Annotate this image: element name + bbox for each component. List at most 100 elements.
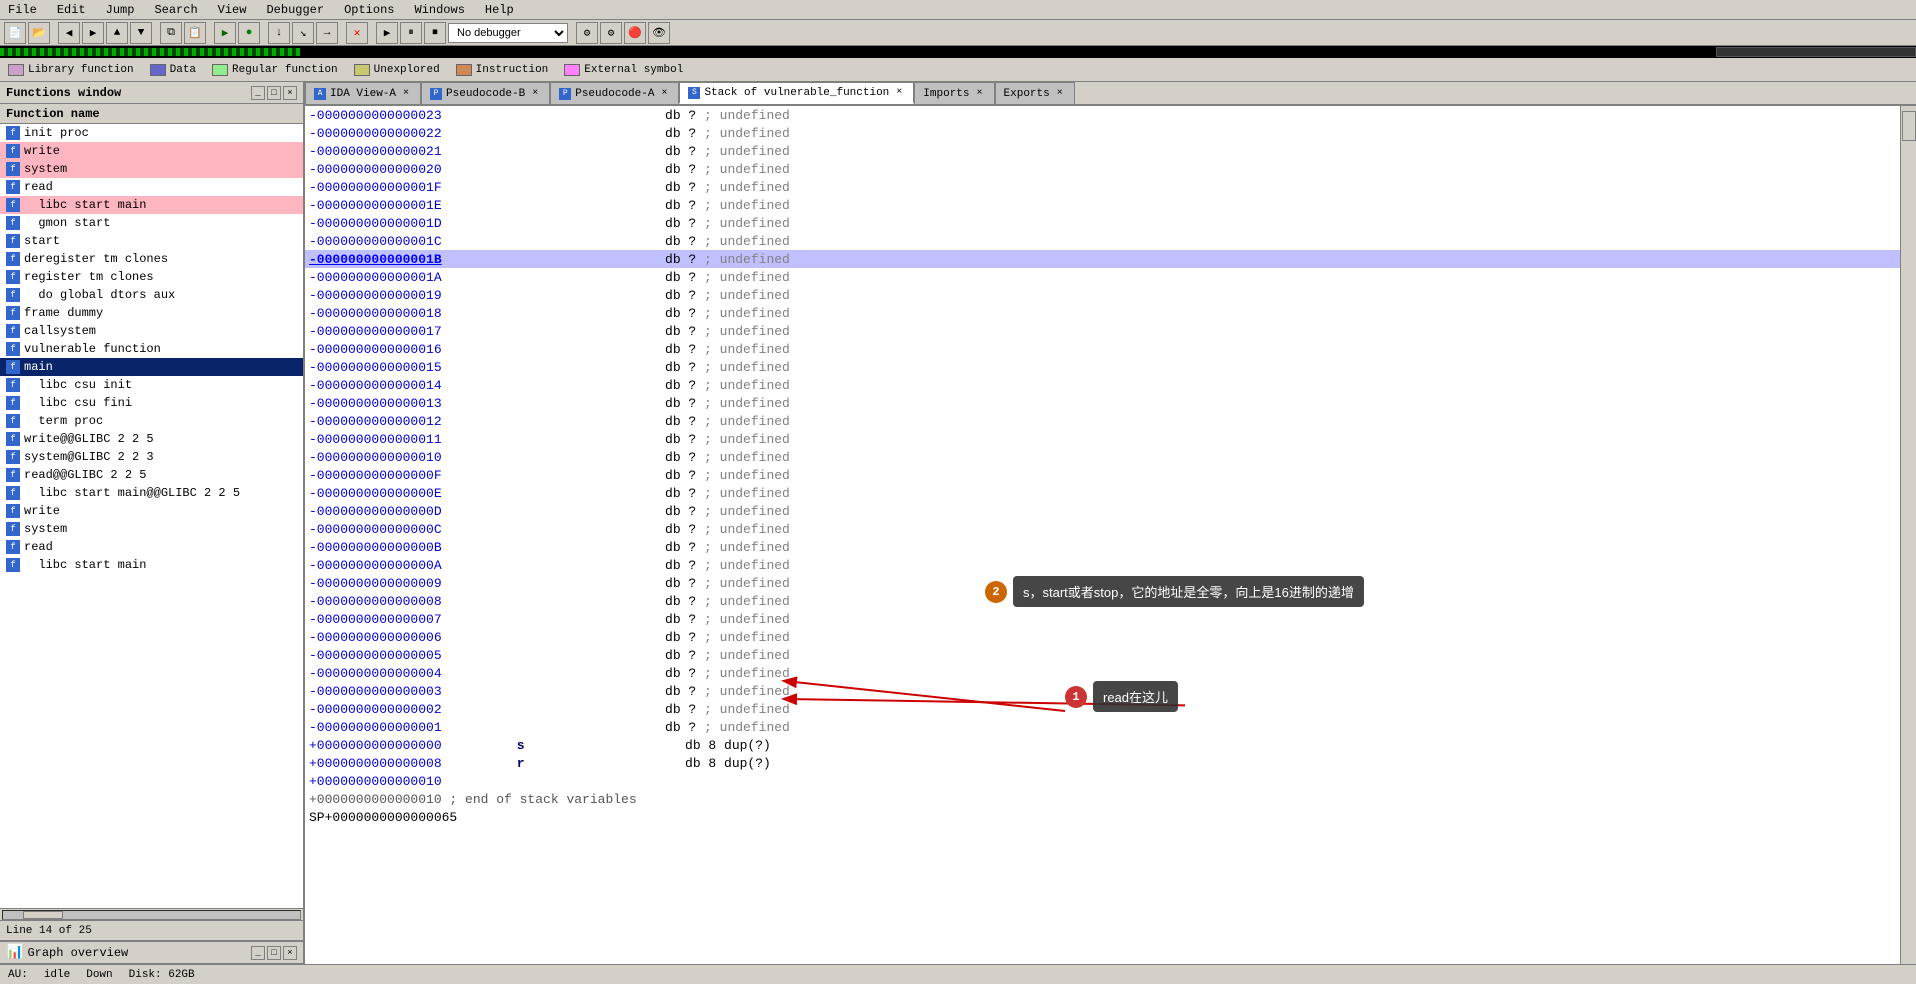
code-line[interactable]: -0000000000000003 db ? ; undefined [305, 682, 1900, 700]
tb-new[interactable]: 📄 [4, 22, 26, 44]
code-line[interactable]: -000000000000001C db ? ; undefined [305, 232, 1900, 250]
hscroll-track[interactable] [2, 910, 301, 920]
func-libc-csu-fini[interactable]: f libc csu fini [0, 394, 303, 412]
tab-stack-close[interactable]: × [893, 87, 905, 99]
func-do-global[interactable]: f do global dtors aux [0, 286, 303, 304]
code-line[interactable]: -000000000000000C db ? ; undefined [305, 520, 1900, 538]
tab-stack[interactable]: S Stack of vulnerable_function × [679, 82, 914, 104]
tab-ida-close[interactable]: × [400, 88, 412, 100]
functions-close[interactable]: × [283, 86, 297, 100]
func-read2[interactable]: f read [0, 538, 303, 556]
tb-run[interactable]: ▶ [214, 22, 236, 44]
func-libc-start-main[interactable]: f libc start main [0, 196, 303, 214]
code-line[interactable]: -0000000000000009 db ? ; undefined [305, 574, 1900, 592]
func-write[interactable]: f write [0, 142, 303, 160]
graph-restore[interactable]: □ [267, 946, 281, 960]
functions-minimize[interactable]: _ [251, 86, 265, 100]
func-gmon-start[interactable]: f gmon start [0, 214, 303, 232]
vscroll-thumb[interactable] [1902, 111, 1916, 141]
func-deregister[interactable]: f deregister tm clones [0, 250, 303, 268]
tb-attach[interactable]: ⚙ [576, 22, 598, 44]
func-write-glibc[interactable]: f write@@GLIBC 2 2 5 [0, 430, 303, 448]
tab-pseudocode-b[interactable]: P Pseudocode-B × [421, 82, 550, 104]
menu-help[interactable]: Help [481, 2, 518, 18]
tab-pa-close[interactable]: × [658, 88, 670, 100]
code-line[interactable]: -000000000000001A db ? ; undefined [305, 268, 1900, 286]
menu-search[interactable]: Search [150, 2, 201, 18]
code-line-s[interactable]: +0000000000000000 s db 8 dup(?) [305, 736, 1900, 754]
tb-step1[interactable]: ↓ [268, 22, 290, 44]
tab-pb-close[interactable]: × [529, 88, 541, 100]
func-system[interactable]: f system [0, 160, 303, 178]
code-area[interactable]: -0000000000000023 db ? ; undefined -0000… [305, 106, 1900, 964]
code-line[interactable]: -0000000000000023 db ? ; undefined [305, 106, 1900, 124]
menu-file[interactable]: File [4, 2, 41, 18]
functions-scrollbar[interactable] [0, 908, 303, 920]
tb-green-dot[interactable]: ● [238, 22, 260, 44]
code-line-r[interactable]: +0000000000000008 r db 8 dup(?) [305, 754, 1900, 772]
code-line[interactable]: -0000000000000001 db ? ; undefined [305, 718, 1900, 736]
func-init-proc[interactable]: f init proc [0, 124, 303, 142]
activity-search[interactable] [1716, 47, 1916, 57]
code-line[interactable]: -0000000000000011 db ? ; undefined [305, 430, 1900, 448]
code-line[interactable]: -000000000000001D db ? ; undefined [305, 214, 1900, 232]
functions-list[interactable]: f init proc f write f system f read f [0, 124, 303, 908]
func-libc-start2[interactable]: f libc start main [0, 556, 303, 574]
func-libc-csu-init[interactable]: f libc csu init [0, 376, 303, 394]
code-line[interactable]: -0000000000000020 db ? ; undefined [305, 160, 1900, 178]
tab-exports[interactable]: Exports × [995, 82, 1075, 104]
menu-edit[interactable]: Edit [53, 2, 90, 18]
tab-imports-close[interactable]: × [974, 88, 986, 100]
tab-imports[interactable]: Imports × [914, 82, 994, 104]
code-line[interactable]: -0000000000000021 db ? ; undefined [305, 142, 1900, 160]
func-frame-dummy[interactable]: f frame dummy [0, 304, 303, 322]
menu-options[interactable]: Options [340, 2, 398, 18]
tb-back[interactable]: ◀ [58, 22, 80, 44]
menu-view[interactable]: View [214, 2, 251, 18]
func-system2[interactable]: f system [0, 520, 303, 538]
tb-stop[interactable]: ✕ [346, 22, 368, 44]
menu-debugger[interactable]: Debugger [262, 2, 328, 18]
func-write2[interactable]: f write [0, 502, 303, 520]
hscroll-thumb[interactable] [23, 911, 63, 919]
tb-play[interactable]: ▶ [376, 22, 398, 44]
func-libc-start-glibc[interactable]: f libc start main@@GLIBC 2 2 5 [0, 484, 303, 502]
func-start[interactable]: f start [0, 232, 303, 250]
tb-pause[interactable]: ⏸ [400, 22, 422, 44]
func-register[interactable]: f register tm clones [0, 268, 303, 286]
functions-restore[interactable]: □ [267, 86, 281, 100]
func-callsystem[interactable]: f callsystem [0, 322, 303, 340]
code-line[interactable]: -0000000000000006 db ? ; undefined [305, 628, 1900, 646]
tb-down[interactable]: ▼ [130, 22, 152, 44]
right-scrollbar[interactable] [1900, 106, 1916, 964]
code-line-highlighted[interactable]: -000000000000001B db ? ; undefined [305, 250, 1900, 268]
code-line[interactable]: -000000000000001F db ? ; undefined [305, 178, 1900, 196]
tb-stop2[interactable]: ⏹ [424, 22, 446, 44]
code-line[interactable]: -0000000000000002 db ? ; undefined [305, 700, 1900, 718]
tb-up[interactable]: ▲ [106, 22, 128, 44]
code-line[interactable]: -0000000000000004 db ? ; undefined [305, 664, 1900, 682]
tab-ida-view[interactable]: A IDA View-A × [305, 82, 421, 104]
code-line[interactable]: -0000000000000005 db ? ; undefined [305, 646, 1900, 664]
code-line[interactable]: -0000000000000013 db ? ; undefined [305, 394, 1900, 412]
tab-exports-close[interactable]: × [1054, 88, 1066, 100]
func-term-proc[interactable]: f term proc [0, 412, 303, 430]
tab-pseudocode-a[interactable]: P Pseudocode-A × [550, 82, 679, 104]
menu-windows[interactable]: Windows [411, 2, 469, 18]
debugger-select[interactable]: No debugger [448, 23, 568, 43]
func-read[interactable]: f read [0, 178, 303, 196]
tb-paste[interactable]: 📋 [184, 22, 206, 44]
tb-step2[interactable]: ↘ [292, 22, 314, 44]
tb-detach[interactable]: ⚙ [600, 22, 622, 44]
code-line[interactable]: -000000000000000D db ? ; undefined [305, 502, 1900, 520]
code-line[interactable]: -0000000000000008 db ? ; undefined [305, 592, 1900, 610]
code-line[interactable]: -0000000000000017 db ? ; undefined [305, 322, 1900, 340]
code-line[interactable]: -000000000000000F db ? ; undefined [305, 466, 1900, 484]
code-line[interactable]: -000000000000000E db ? ; undefined [305, 484, 1900, 502]
code-line[interactable]: -0000000000000015 db ? ; undefined [305, 358, 1900, 376]
func-read-glibc[interactable]: f read@@GLIBC 2 2 5 [0, 466, 303, 484]
code-line[interactable]: -0000000000000012 db ? ; undefined [305, 412, 1900, 430]
func-vulnerable[interactable]: f vulnerable function [0, 340, 303, 358]
tb-step3[interactable]: → [316, 22, 338, 44]
graph-close[interactable]: × [283, 946, 297, 960]
